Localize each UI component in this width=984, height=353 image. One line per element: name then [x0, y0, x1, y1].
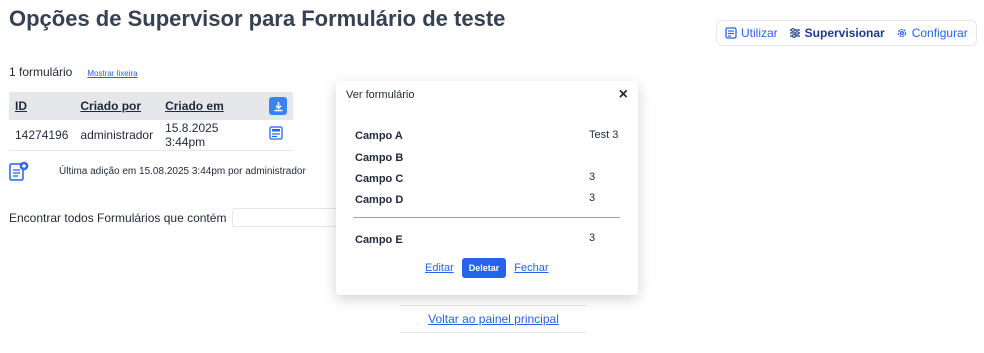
column-header-created-at[interactable]: Criado em [159, 92, 263, 120]
nav-utilizar[interactable]: Utilizar [725, 26, 785, 40]
sliders-icon [789, 28, 800, 38]
add-form-icon[interactable] [9, 161, 29, 181]
summary-row: 1 formulário Mostrar lixeira [9, 65, 138, 79]
back-to-dashboard-link[interactable]: Voltar ao painel principal [428, 312, 559, 326]
field-label-d: Campo D [355, 194, 404, 206]
field-label-c: Campo C [355, 173, 404, 185]
nav-configurar-label: Configurar [911, 26, 968, 40]
close-icon[interactable]: × [619, 86, 628, 104]
find-input[interactable] [232, 208, 343, 227]
table-header: ID Criado por Criado em [9, 92, 293, 120]
nav-supervisionar[interactable]: Supervisionar [789, 26, 892, 40]
field-value-e: 3 [589, 232, 596, 244]
field-label-e: Campo E [355, 234, 403, 246]
download-cell [263, 92, 293, 120]
find-row: Encontrar todos Formulários que contém [9, 208, 343, 227]
cell-created-at: 15.8.2025 3:44pm [159, 120, 263, 151]
cell-created-by: administrador [74, 120, 160, 151]
field-value-c: 3 [589, 171, 596, 183]
download-button[interactable] [269, 97, 287, 115]
back-bar: Voltar ao painel principal [400, 305, 587, 333]
modal-divider [353, 217, 620, 218]
view-form-icon[interactable] [269, 126, 283, 140]
find-label: Encontrar todos Formulários que contém [9, 210, 227, 225]
form-count: 1 formulário [9, 65, 73, 79]
last-addition-row: Última adição em 15.08.2025 3:44pm por a… [9, 161, 306, 181]
field-label-a: Campo A [355, 130, 403, 142]
forms-table: ID Criado por Criado em 14274196 adminis… [9, 92, 293, 151]
top-nav: Utilizar Supervisionar Configurar [716, 20, 977, 46]
form-icon [725, 27, 737, 39]
page-title: Opções de Supervisor para Formulário de … [9, 6, 506, 31]
modal-title: Ver formulário [346, 88, 415, 101]
field-value-a: Test 3 [589, 129, 619, 141]
column-header-created-by[interactable]: Criado por [74, 92, 159, 120]
column-header-id[interactable]: ID [9, 92, 74, 120]
delete-button[interactable]: Deletar [461, 258, 507, 278]
last-addition-text: Última adição em 15.08.2025 3:44pm por a… [59, 165, 306, 177]
field-label-b: Campo B [355, 152, 404, 164]
field-value-d: 3 [589, 192, 596, 204]
show-trash-link[interactable]: Mostrar lixeira [87, 69, 137, 78]
modal-actions: Editar Deletar Fechar [425, 258, 549, 278]
close-link[interactable]: Fechar [514, 262, 548, 274]
modal-header: Ver formulário × [336, 81, 638, 108]
nav-supervisionar-label: Supervisionar [804, 26, 885, 40]
nav-configurar[interactable]: Configurar [896, 26, 975, 40]
view-cell [263, 120, 293, 151]
gear-icon [897, 28, 906, 38]
nav-utilizar-label: Utilizar [741, 26, 778, 40]
download-icon [274, 101, 282, 111]
table-row[interactable]: 14274196 administrador 15.8.2025 3:44pm [9, 120, 293, 151]
cell-id: 14274196 [9, 120, 75, 151]
edit-link[interactable]: Editar [425, 262, 454, 274]
view-form-modal: Ver formulário × Campo A Test 3 Campo B … [336, 81, 638, 295]
